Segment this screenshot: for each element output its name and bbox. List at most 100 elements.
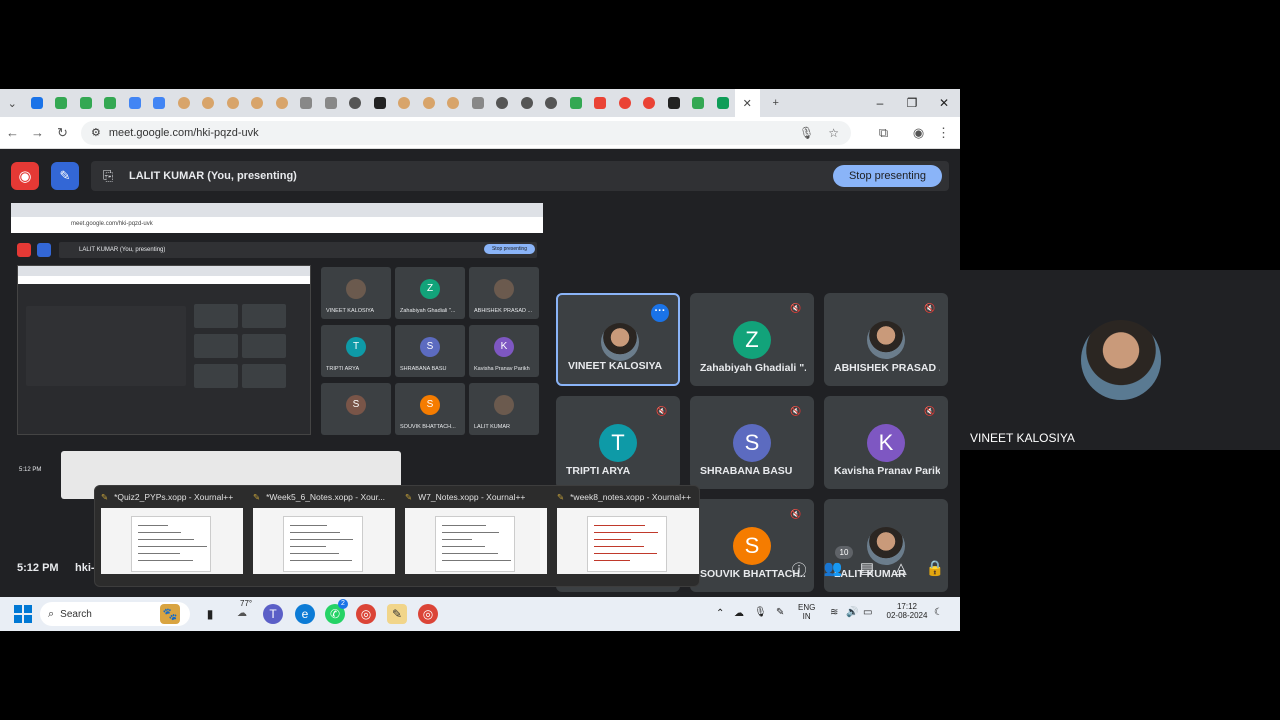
drive-tab-icon[interactable] [74, 89, 99, 117]
record-icon[interactable]: ◉ [11, 162, 39, 190]
mic-muted-icon: 🔇 [924, 303, 936, 313]
edge-icon[interactable]: e [295, 604, 315, 624]
s-tab-icon[interactable] [25, 89, 50, 117]
profile-avatar[interactable]: ◉ [906, 117, 931, 149]
new-tab-icon[interactable]: + [764, 89, 789, 117]
mic-tray-icon[interactable]: 🎙 [754, 607, 767, 618]
chrome-profile-icon[interactable]: ◎ [418, 604, 438, 624]
search-placeholder: Search [60, 608, 92, 620]
activities-icon[interactable]: △ [891, 559, 911, 579]
language-indicator[interactable]: ENG IN [798, 603, 815, 621]
participant-tile[interactable]: T TRIPTI ARYA 🔇 [556, 396, 680, 489]
xournal-icon: ✎ [101, 492, 109, 502]
circle-tab-icon[interactable] [637, 89, 662, 117]
people-icon[interactable]: 👥 [823, 559, 843, 579]
volume-icon[interactable]: 🔊 [846, 607, 858, 618]
participant-name: Kavisha Pranav Parikh [834, 465, 940, 477]
participant-tile[interactable]: VINEET KALOSIYA ··· [556, 293, 680, 386]
drive-tab-icon[interactable] [98, 89, 123, 117]
site-info-icon[interactable]: ⚙ [91, 126, 101, 139]
face-tab-icon[interactable] [221, 89, 246, 117]
mirror-avatar: S [346, 395, 366, 415]
face-tab-icon[interactable] [172, 89, 197, 117]
stop-presenting-button[interactable]: Stop presenting [832, 165, 942, 187]
tab-search-dropdown-icon[interactable]: ⌄ [0, 89, 25, 117]
windows-start-icon[interactable] [14, 605, 32, 623]
close-tab-icon[interactable]: ✕ [735, 89, 760, 117]
close-window-icon[interactable]: ✕ [928, 89, 960, 117]
file-explorer-icon[interactable]: ▮ [200, 604, 220, 624]
tray-overflow-icon[interactable]: ⌃ [716, 608, 724, 619]
face-tab-icon[interactable] [245, 89, 270, 117]
widget-icon[interactable]: 🐾 [160, 604, 180, 624]
face-tab-icon[interactable] [417, 89, 442, 117]
arrow-tab-icon[interactable] [466, 89, 491, 117]
green-tab-icon[interactable] [686, 89, 711, 117]
globe-tab-icon[interactable] [515, 89, 540, 117]
chrome-icon[interactable]: ◎ [356, 604, 376, 624]
circle-tab-icon[interactable] [613, 89, 638, 117]
face-tab-icon[interactable] [196, 89, 221, 117]
docs-tab-icon[interactable] [147, 89, 172, 117]
xournal-window-preview[interactable]: ✎ *Week5_6_Notes.xopp - Xour... [253, 492, 395, 580]
back-icon[interactable]: ← [0, 117, 25, 149]
system-clock[interactable]: 17:12 02-08-2024 [883, 602, 931, 620]
participant-name: VINEET KALOSIYA [568, 360, 663, 372]
participant-tile[interactable]: S SHRABANA BASU 🔇 [690, 396, 814, 489]
mirror-participant-tile: S SOUVIK BHATTACH... [395, 383, 465, 435]
face-tab-icon[interactable] [270, 89, 295, 117]
participant-photo [601, 323, 639, 361]
globe-tab-icon[interactable] [343, 89, 368, 117]
preview-window-title: W7_Notes.xopp - Xournal++ [418, 492, 526, 502]
mirror-presenting-label: LALIT KUMAR (You, presenting) [59, 242, 537, 258]
battery-icon[interactable]: ▭ [863, 607, 872, 618]
url-input[interactable]: ⚙ meet.google.com/hki-pqzd-uvk 🎙 ☆ [81, 120, 851, 145]
mirror-avatar: S [420, 337, 440, 357]
mirror-participant-tile: VINEET KALOSIYA [321, 267, 391, 319]
pen-tray-icon[interactable]: ✎ [776, 607, 784, 618]
face-tab-icon[interactable] [441, 89, 466, 117]
more-options-icon[interactable]: ··· [651, 304, 669, 322]
xournal-window-preview[interactable]: ✎ *Quiz2_PYPs.xopp - Xournal++ [101, 492, 243, 580]
host-controls-icon[interactable]: 🔒 [925, 559, 945, 579]
teams-icon[interactable]: T [263, 604, 283, 624]
arrow-tab-icon[interactable] [294, 89, 319, 117]
participant-avatar: Z [733, 321, 771, 359]
github-tab-icon[interactable] [368, 89, 393, 117]
forward-icon[interactable]: → [25, 117, 50, 149]
gmail-tab-icon[interactable] [588, 89, 613, 117]
face-tab-icon[interactable] [392, 89, 417, 117]
mirror-participant-tile: LALIT KUMAR [469, 383, 539, 435]
preview-thumbnail [253, 508, 395, 574]
browser-menu-icon[interactable]: ⋮ [931, 117, 956, 149]
xournal-window-preview[interactable]: ✎ W7_Notes.xopp - Xournal++ [405, 492, 547, 580]
participant-tile[interactable]: K Kavisha Pranav Parikh 🔇 [824, 396, 948, 489]
onedrive-icon[interactable]: ☁ [734, 608, 744, 619]
restore-icon[interactable]: ❐ [896, 89, 928, 117]
drive-tab-icon[interactable] [49, 89, 74, 117]
presenting-banner: ⎘ LALIT KUMAR (You, presenting) Stop pre… [91, 161, 949, 191]
focus-moon-icon[interactable]: ☾ [934, 607, 943, 618]
mic-icon[interactable]: 🎙 [799, 126, 814, 140]
globe-tab-icon[interactable] [539, 89, 564, 117]
arrow-tab-icon[interactable] [319, 89, 344, 117]
green-tab-icon[interactable] [564, 89, 589, 117]
globe-tab-icon[interactable] [490, 89, 515, 117]
chat-icon[interactable]: ▤ [857, 559, 877, 579]
xournal-icon[interactable]: ✎ [387, 604, 407, 624]
reload-icon[interactable]: ↻ [50, 117, 75, 149]
sheets-tab-icon[interactable] [711, 89, 736, 117]
participant-tile[interactable]: Z Zahabiyah Ghadiali "... 🔇 [690, 293, 814, 386]
docs-tab-icon[interactable] [123, 89, 148, 117]
wifi-icon[interactable]: ≋ [830, 607, 838, 618]
mirror-avatar [494, 395, 514, 415]
extensions-icon[interactable]: ⧉ [871, 117, 896, 149]
meeting-info-icon[interactable]: ⓘ [789, 559, 809, 579]
xournal-window-preview[interactable]: ✎ *week8_notes.xopp - Xournal++ [557, 492, 699, 580]
annotate-icon[interactable]: ✎ [51, 162, 79, 190]
participant-tile[interactable]: ABHISHEK PRASAD ... 🔇 [824, 293, 948, 386]
minimize-icon[interactable]: – [864, 89, 896, 117]
github-tab-icon[interactable] [662, 89, 687, 117]
bookmark-star-icon[interactable]: ☆ [828, 126, 839, 140]
camera-participant-name: VINEET KALOSIYA [970, 431, 1075, 445]
